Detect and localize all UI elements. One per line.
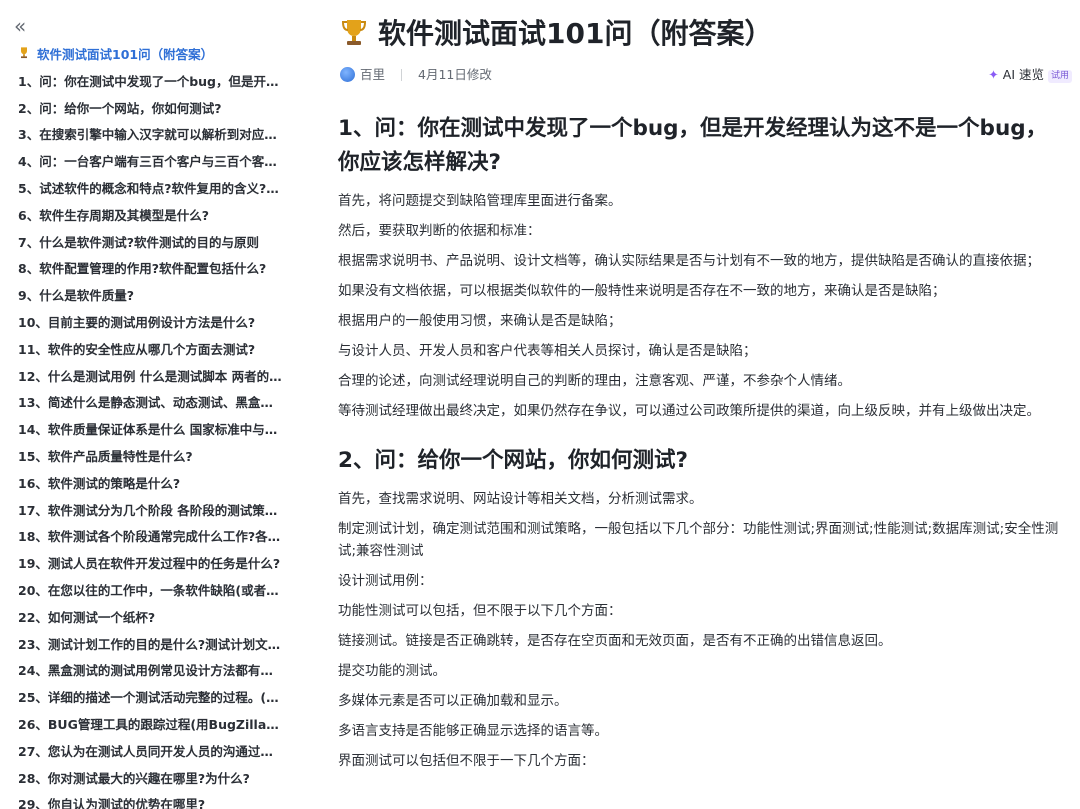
toc-item-label: 7、什么是软件测试?软件测试的目的与原则 [18,234,259,250]
toc-item-label: 22、如何测试一个纸杯? [18,609,156,625]
toc-item[interactable]: 15、软件产品质量特性是什么? [0,444,300,471]
toc-item[interactable]: 19、测试人员在软件开发过程中的任务是什么? [0,551,300,578]
toc-item-label: 10、目前主要的测试用例设计方法是什么? [18,314,256,330]
toc-item-title[interactable]: 软件测试面试101问（附答案） [0,42,300,69]
toc-item[interactable]: 22、如何测试一个纸杯? [0,605,300,632]
toc-item-label: 29、你自认为测试的优势在哪里? [18,797,206,809]
toc-item-label: 20、在您以往的工作中，一条软件缺陷(或者叫Bug)记录都包含了哪些内容? [18,582,300,598]
toc-item[interactable]: 29、你自认为测试的优势在哪里? [0,792,300,809]
toc-item[interactable]: 26、BUG管理工具的跟踪过程(用BugZilla为例) [0,712,300,739]
section-body-q2: 首先，查找需求说明、网站设计等相关文档，分析测试需求。制定测试计划，确定测试范围… [338,488,1066,772]
avatar[interactable] [340,67,355,82]
toc-item[interactable]: 8、软件配置管理的作用?软件配置包括什么? [0,256,300,283]
section-body-q1: 首先，将问题提交到缺陷管理库里面进行备案。 然后，要获取判断的依据和标准： 根据需求… [338,190,1066,422]
toc-item-label: 软件测试面试101问（附答案） [37,47,214,62]
toc-item[interactable]: 12、什么是测试用例 什么是测试脚本 两者的关系是什么? [0,364,300,391]
toc-item-label: 18、软件测试各个阶段通常完成什么工作?各个阶段的结果文件是什么? [18,529,300,545]
toc-item[interactable]: 2、问：给你一个网站，你如何测试? [0,96,300,123]
toc-item[interactable]: 1、问：你在测试中发现了一个bug，但是开发经理认为这不是一个bug，你应该怎样… [0,69,300,96]
paragraph: 多媒体元素是否可以正确加载和显示。 [338,693,568,709]
toc-item-label: 4、问：一台客户端有三百个客户与三百个客户端有三百个客户对服务器施压，有什么区别… [18,154,300,170]
page-title: 软件测试面试101问（附答案） [340,12,772,52]
doc-meta: 百里 4月11日修改 ✦ AI 速览 试用 [340,64,1072,86]
toc-item[interactable]: 27、您认为在测试人员同开发人员的沟通过程中，如何提高沟通的效率和改善沟通的效果… [0,739,300,766]
toc-item-label: 19、测试人员在软件开发过程中的任务是什么? [18,556,281,572]
toc-item[interactable]: 4、问：一台客户端有三百个客户与三百个客户端有三百个客户对服务器施压，有什么区别… [0,149,300,176]
divider [401,69,403,81]
section-heading-q1: 1、问：你在测试中发现了一个bug，但是开发经理认为这不是一个bug，你应该怎样… [338,116,1048,175]
paragraph: 根据需求说明书、产品说明、设计文档等，确认实际结果是否与计划有不一致的地方，提供… [338,253,1040,269]
toc-item-label: 8、软件配置管理的作用?软件配置包括什么? [18,261,267,277]
toc-item-label: 27、您认为在测试人员同开发人员的沟通过程中，如何提高沟通的效率和改善沟通的效果… [18,743,300,759]
section-heading-q2: 2、问：给你一个网站，你如何测试? [338,448,688,473]
toc-item[interactable]: 3、在搜索引擎中输入汉字就可以解析到对应的域名，请问如何用LoadRunner进… [0,122,300,149]
document-area: 软件测试面试101问（附答案） 百里 4月11日修改 ✦ AI 速览 试用 1、问：你… [318,0,1074,809]
toc-item-label: 1、问：你在测试中发现了一个bug，但是开发经理认为这不是一个bug，你应该怎样… [18,73,300,89]
toc-item-label: 24、黑盒测试的测试用例常见设计方法都有哪些? [18,663,293,679]
toc-item[interactable]: 24、黑盒测试的测试用例常见设计方法都有哪些? [0,658,300,685]
toc-item[interactable]: 14、软件质量保证体系是什么 国家标准中与质量保证管理相关的几个标准是什么? [0,417,300,444]
trophy-icon [340,17,368,47]
toc-item-label: 9、什么是软件质量? [18,288,134,304]
modified-time: 4月11日修改 [418,67,492,82]
toc-item-label: 6、软件生存周期及其模型是什么? [18,207,209,223]
toc-item[interactable]: 20、在您以往的工作中，一条软件缺陷(或者叫Bug)记录都包含了哪些内容? [0,578,300,605]
ai-summary-label: AI 速览 [1002,67,1044,82]
sidebar: « 软件测试面试101问（附答案） 1、问：你在测试中发现了一个bug，但是开发经… [0,0,300,809]
paragraph: 界面测试可以包括但不限于一下几个方面： [338,753,595,769]
toc-item-label: 28、你对测试最大的兴趣在哪里?为什么? [18,770,250,786]
toc-item[interactable]: 5、试述软件的概念和特点?软件复用的含义?构件包括哪些? [0,176,300,203]
ai-summary-button[interactable]: ✦ AI 速览 试用 [988,64,1072,83]
toc-item-label: 5、试述软件的概念和特点?软件复用的含义?构件包括哪些? [18,180,300,196]
toc-item[interactable]: 9、什么是软件质量? [0,283,300,310]
toc-item[interactable]: 7、什么是软件测试?软件测试的目的与原则 [0,230,300,257]
toc-item-label: 15、软件产品质量特性是什么? [18,448,193,464]
sparkle-icon: ✦ [988,67,999,82]
page-title-text: 软件测试面试101问（附答案） [378,17,773,50]
toc-item[interactable]: 23、测试计划工作的目的是什么?测试计划文档的内容应该包括什么? [0,632,300,659]
toc-item-label: 23、测试计划工作的目的是什么?测试计划文档的内容应该包括什么? [18,636,300,652]
toc-item[interactable]: 25、详细的描述一个测试活动完整的过程。(供参考，本答案主要是瀑布模型的做法) [0,685,300,712]
toc-item[interactable]: 13、简述什么是静态测试、动态测试、黑盒测试、白盒测试、α测试、β测试 [0,390,300,417]
toc-item-label: 11、软件的安全性应从哪几个方面去测试? [18,341,256,357]
toc-item-label: 26、BUG管理工具的跟踪过程(用BugZilla为例) [18,716,297,732]
toc-item-label: 17、软件测试分为几个阶段 各阶段的测试策略和要求是什么? [18,502,300,518]
paragraph: 多语言支持是否能够正确显示选择的语言等。 [338,723,608,739]
toc-item[interactable]: 11、软件的安全性应从哪几个方面去测试? [0,337,300,364]
toc-item[interactable]: 18、软件测试各个阶段通常完成什么工作?各个阶段的结果文件是什么? [0,524,300,551]
toc-item[interactable]: 28、你对测试最大的兴趣在哪里?为什么? [0,766,300,793]
paragraph: 如果没有文档依据，可以根据类似软件的一般特性来说明是否存在不一致的地方，来确认是… [338,283,946,299]
paragraph: 首先，将问题提交到缺陷管理库里面进行备案。 [338,193,622,209]
toc-item-label: 13、简述什么是静态测试、动态测试、黑盒测试、白盒测试、α测试、β测试 [18,395,300,411]
toc-item-label: 12、什么是测试用例 什么是测试脚本 两者的关系是什么? [18,368,300,384]
trial-badge: 试用 [1047,70,1072,83]
paragraph: 与设计人员、开发人员和客户代表等相关人员探讨，确认是否是缺陷； [338,343,757,359]
paragraph: 设计测试用例： [338,573,433,589]
paragraph: 然后，要获取判断的依据和标准： [338,223,541,239]
table-of-contents: 软件测试面试101问（附答案） 1、问：你在测试中发现了一个bug，但是开发经理认… [0,42,300,809]
author-name[interactable]: 百里 [360,67,385,82]
toc-item[interactable]: 17、软件测试分为几个阶段 各阶段的测试策略和要求是什么? [0,498,300,525]
doc-content: 1、问：你在测试中发现了一个bug，但是开发经理认为这不是一个bug，你应该怎样… [338,112,1066,780]
trophy-icon [18,42,31,69]
toc-item[interactable]: 10、目前主要的测试用例设计方法是什么? [0,310,300,337]
paragraph: 链接测试。链接是否正确跳转，是否存在空页面和无效页面，是否有不正确的出错信息返回… [338,633,892,649]
paragraph: 合理的论述，向测试经理说明自己的判断的理由，注意客观、严谨，不参杂个人情绪。 [338,373,851,389]
collapse-sidebar-icon[interactable]: « [14,16,34,36]
paragraph: 提交功能的测试。 [338,663,446,679]
toc-item-label: 14、软件质量保证体系是什么 国家标准中与质量保证管理相关的几个标准是什么? [18,422,300,438]
paragraph: 等待测试经理做出最终决定，如果仍然存在争议，可以通过公司政策所提供的渠道，向上级… [338,403,1040,419]
toc-item-label: 16、软件测试的策略是什么? [18,475,181,491]
paragraph: 根据用户的一般使用习惯，来确认是否是缺陷； [338,313,622,329]
paragraph: 制定测试计划，确定测试范围和测试策略，一般包括以下几个部分：功能性测试;界面测试… [338,521,1059,559]
toc-item[interactable]: 16、软件测试的策略是什么? [0,471,300,498]
toc-item-label: 2、问：给你一个网站，你如何测试? [18,100,222,116]
toc-item-label: 25、详细的描述一个测试活动完整的过程。(供参考，本答案主要是瀑布模型的做法) [18,690,300,706]
paragraph: 功能性测试可以包括，但不限于以下几个方面： [338,603,622,619]
toc-item-label: 3、在搜索引擎中输入汉字就可以解析到对应的域名，请问如何用LoadRunner进… [18,127,300,143]
toc-item[interactable]: 6、软件生存周期及其模型是什么? [0,203,300,230]
paragraph: 首先，查找需求说明、网站设计等相关文档，分析测试需求。 [338,491,703,507]
